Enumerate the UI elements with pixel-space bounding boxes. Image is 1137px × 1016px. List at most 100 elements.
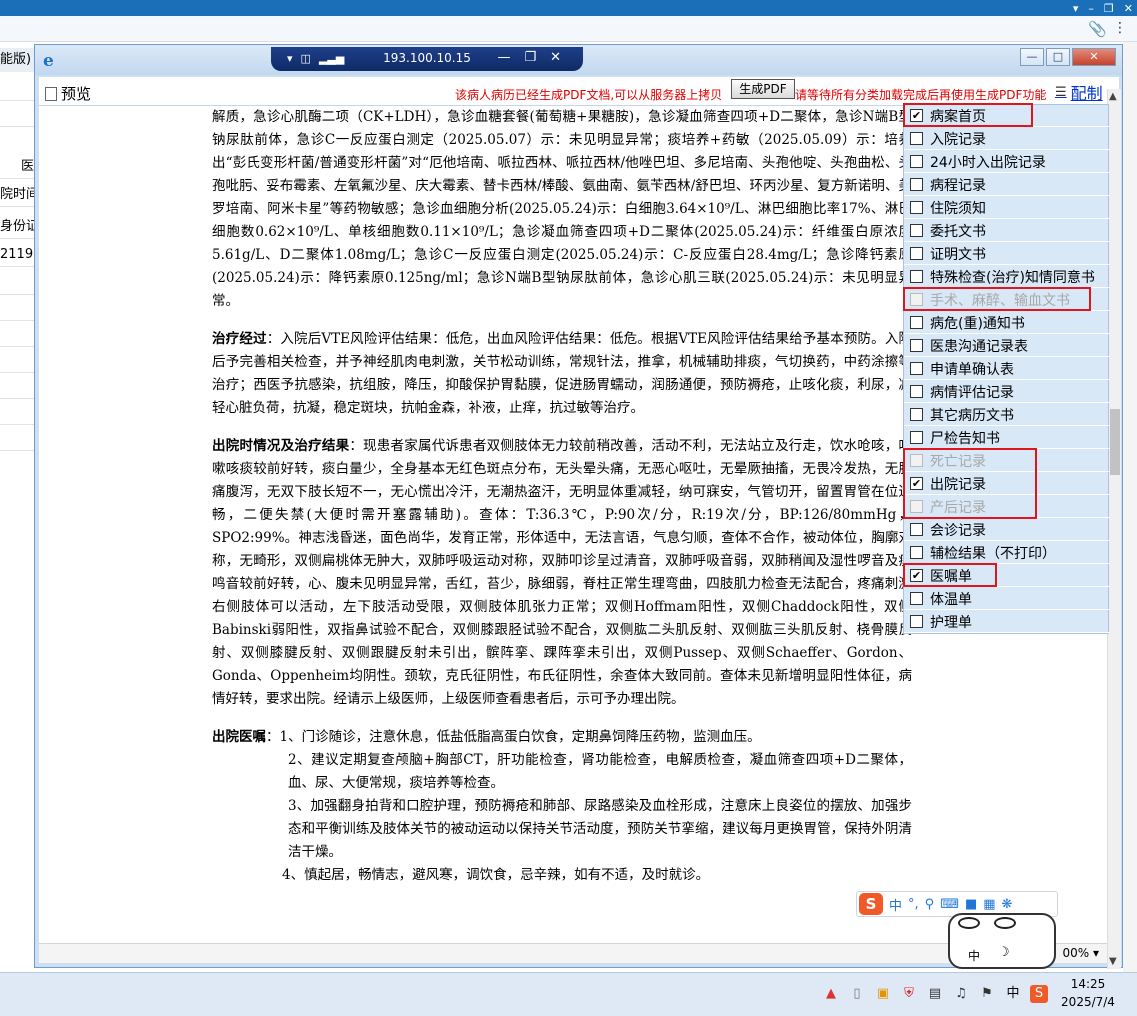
tray-sogou-icon[interactable]: S — [1030, 985, 1048, 1003]
category-item[interactable]: 委托文书 — [904, 220, 1110, 242]
checkbox-icon[interactable] — [910, 178, 923, 191]
checkbox-icon[interactable] — [910, 362, 923, 375]
treatment-heading: 治疗经过 — [212, 331, 267, 347]
document-icon — [45, 86, 57, 101]
checkbox-icon[interactable] — [910, 615, 923, 628]
checkbox-icon[interactable] — [910, 408, 923, 421]
checkbox-icon[interactable] — [910, 431, 923, 444]
tray-ime-indicator[interactable]: 中 — [1004, 985, 1022, 1003]
category-label: 其它病历文书 — [930, 407, 1014, 424]
category-item[interactable]: 病程记录 — [904, 174, 1110, 196]
close-icon[interactable]: ✕ — [1124, 2, 1133, 15]
checkbox-icon[interactable] — [910, 132, 923, 145]
category-label: 病情评估记录 — [930, 384, 1014, 401]
keyboard-icon[interactable]: ⌨ — [940, 897, 959, 912]
remote-bar-controls: — ❐ ✕ — [497, 50, 561, 65]
minimize-button[interactable]: — — [1020, 48, 1044, 66]
category-item[interactable]: 病危(重)通知书 — [904, 312, 1110, 334]
tray-volume-icon[interactable]: ♫ — [952, 985, 970, 1003]
settings-icon[interactable]: ❋ — [1002, 897, 1013, 912]
remote-restore-icon[interactable]: ❐ — [524, 50, 536, 65]
category-item[interactable]: 护理单 — [904, 611, 1110, 633]
document-text: 解质，急诊心肌酶二项（CK+LDH），急诊血糖套餐(葡萄糖+果糖胺)，急诊凝血筛… — [212, 106, 912, 902]
more-icon[interactable]: ⋮ — [1113, 20, 1127, 36]
background-row: 医 — [0, 154, 36, 179]
scroll-thumb[interactable] — [1110, 409, 1120, 475]
checkbox-icon[interactable] — [910, 546, 923, 559]
background-row: 21195 — [0, 242, 36, 267]
tray-window-icon[interactable]: ▣ — [874, 985, 892, 1003]
checkbox-icon[interactable] — [910, 155, 923, 168]
skin-icon[interactable]: ■ — [965, 897, 977, 912]
checkbox-icon[interactable] — [910, 224, 923, 237]
remote-close-icon[interactable]: ✕ — [550, 50, 561, 65]
discharge-heading: 出院时情况及治疗结果 — [212, 438, 350, 454]
category-item[interactable]: 特殊检查(治疗)知情同意书 — [904, 266, 1110, 288]
checkbox-icon[interactable] — [910, 201, 923, 214]
checkbox-icon[interactable] — [910, 523, 923, 536]
preview-infobar: 预览 该病人病历已经生成PDF文档,可以从服务器上拷贝 生成PDF 请等待所有分… — [39, 77, 1119, 105]
category-item[interactable]: 尸检告知书 — [904, 427, 1110, 449]
category-item[interactable]: 住院须知 — [904, 197, 1110, 219]
remote-minimize-icon[interactable]: — — [497, 50, 510, 65]
tray-flag-icon[interactable]: ⚑ — [978, 985, 996, 1003]
generate-pdf-button[interactable]: 生成PDF — [731, 79, 795, 99]
category-item[interactable]: 证明文书 — [904, 243, 1110, 265]
restore-icon[interactable]: ❐ — [1104, 2, 1114, 15]
paperclip-icon[interactable]: 📎 — [1088, 20, 1107, 38]
order-item-4: 4、慎起居，畅情志，避风寒，调饮食，忌辛辣，如有不适，及时就诊。 — [282, 867, 710, 883]
category-item[interactable]: 辅检结果（不打印） — [904, 542, 1110, 564]
discharge-body: ：现患者家属代诉患者双侧肢体无力较前稍改善，活动不利，无法站立及行走，饮水呛咳，… — [212, 438, 913, 707]
window-titlebar: e ▾ ◫ ▂▃▅ 193.100.10.15 — ❐ ✕ — □ ✕ — [35, 45, 1122, 75]
category-panel: ✔ 病案首页 入院记录 24小时入出院记录 病程记录 住院须知 委托文书 证明文书 特殊检查(治… — [903, 104, 1110, 634]
window-controls: — □ ✕ — [1020, 48, 1116, 66]
clock[interactable]: 14:25 2025/7/4 — [1052, 975, 1124, 1011]
config-link[interactable]: ☰ 配制 — [1055, 80, 1103, 104]
category-label: 入院记录 — [930, 131, 986, 148]
checkbox-icon[interactable] — [910, 339, 923, 352]
category-item[interactable]: 申请单确认表 — [904, 358, 1110, 380]
punctuation-icon[interactable]: °, — [908, 897, 919, 912]
orders-heading: 出院医嘱 — [212, 729, 266, 745]
checkbox-icon[interactable] — [910, 316, 923, 329]
close-button[interactable]: ✕ — [1072, 48, 1116, 66]
highlight-box — [903, 563, 997, 587]
pdf-generated-notice: 该病人病历已经生成PDF文档,可以从服务器上拷贝 — [455, 88, 723, 102]
maximize-button[interactable]: □ — [1046, 48, 1070, 66]
ime-mascot[interactable]: 中 ☽ — [948, 913, 1056, 969]
category-item[interactable]: 其它病历文书 — [904, 404, 1110, 426]
tray-file-icon[interactable]: ▯ — [848, 985, 866, 1003]
category-item[interactable]: 病情评估记录 — [904, 381, 1110, 403]
category-item[interactable]: 24小时入出院记录 — [904, 151, 1110, 173]
scroll-down-icon[interactable]: ▼ — [1109, 956, 1117, 967]
discharge-paragraph: 出院时情况及治疗结果：现患者家属代诉患者双侧肢体无力较前稍改善，活动不利，无法站… — [212, 435, 912, 711]
category-item[interactable]: 医患沟通记录表 — [904, 335, 1110, 357]
category-label: 病程记录 — [930, 177, 986, 194]
tray-app-icon[interactable]: ▲ — [822, 985, 840, 1003]
mascot-mode: 中 — [968, 949, 981, 963]
scroll-up-icon[interactable]: ▲ — [1109, 91, 1117, 102]
category-label: 申请单确认表 — [930, 361, 1014, 378]
ime-mode[interactable]: 中 — [889, 895, 902, 914]
tray-shield-icon[interactable]: ⛨ — [900, 985, 918, 1003]
minimize-icon[interactable]: – — [1088, 2, 1094, 15]
checkbox-icon[interactable] — [910, 247, 923, 260]
category-item[interactable]: 会诊记录 — [904, 519, 1110, 541]
checkbox-icon[interactable] — [910, 270, 923, 283]
apps-icon[interactable]: ▦ — [983, 897, 995, 912]
mascot-eye-icon — [958, 917, 980, 929]
category-item[interactable]: 体温单 — [904, 588, 1110, 610]
microphone-icon[interactable]: ⚲ — [925, 897, 935, 912]
preview-window: e ▾ ◫ ▂▃▅ 193.100.10.15 — ❐ ✕ — □ ✕ 预览 该… — [34, 44, 1123, 969]
sogou-logo-icon[interactable]: S — [859, 893, 883, 915]
chevron-down-icon[interactable]: ▾ — [1073, 2, 1079, 15]
category-label: 护理单 — [930, 614, 972, 631]
checkbox-icon[interactable] — [910, 592, 923, 605]
category-label: 24小时入出院记录 — [930, 154, 1046, 171]
tray-network-icon[interactable]: ▤ — [926, 985, 944, 1003]
zoom-select[interactable]: 00% ▾ — [1062, 946, 1099, 960]
version-label: 能版) — [0, 48, 36, 72]
background-row — [0, 102, 36, 127]
checkbox-icon[interactable] — [910, 385, 923, 398]
category-item[interactable]: 入院记录 — [904, 128, 1110, 150]
